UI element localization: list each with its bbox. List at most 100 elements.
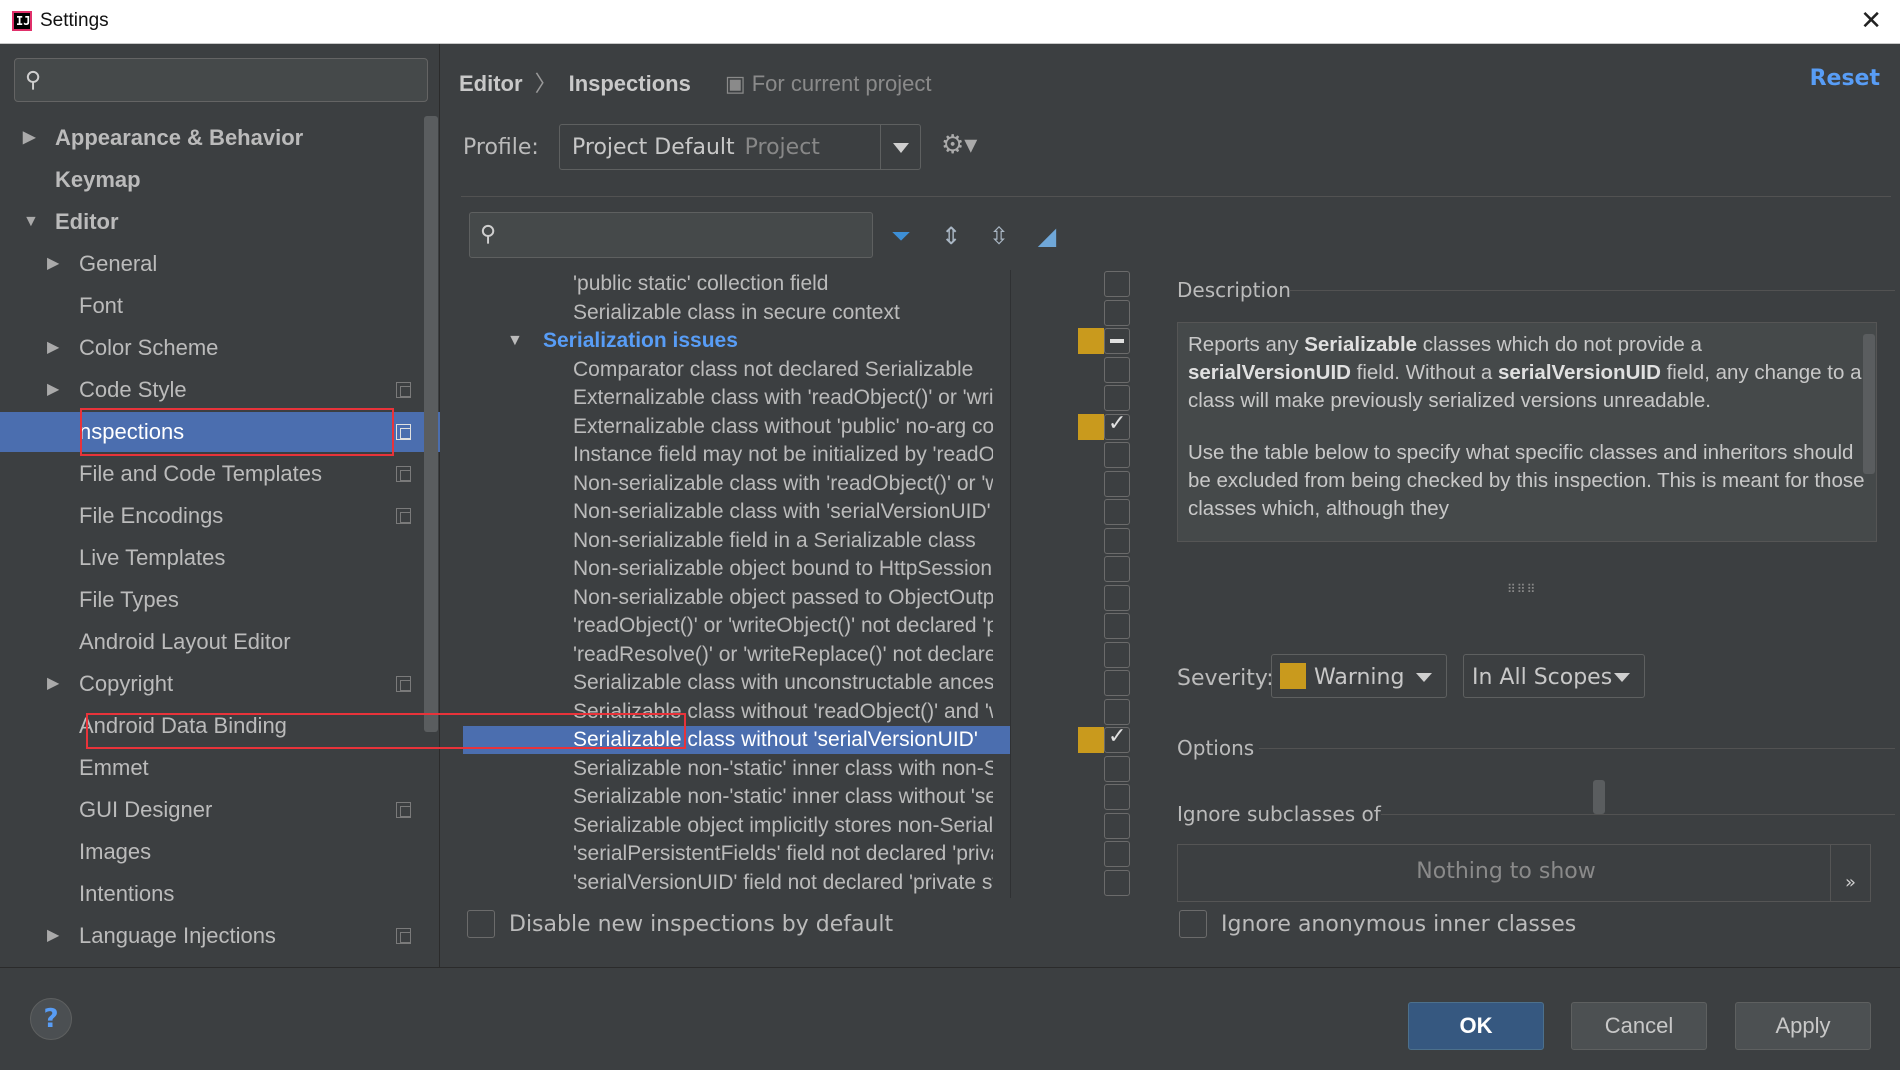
- collapse-all-icon[interactable]: ⇳: [983, 220, 1015, 252]
- inspection-checkbox[interactable]: [1104, 470, 1130, 497]
- inspection-checkbox[interactable]: [1104, 527, 1130, 554]
- expand-all-icon[interactable]: ⇕: [935, 220, 967, 252]
- chevron-right-icon[interactable]: ▶: [47, 370, 59, 410]
- sidebar-item-font[interactable]: Font: [0, 286, 440, 326]
- inspection-checkbox[interactable]: [1104, 499, 1130, 525]
- inspection-checkbox[interactable]: [1104, 613, 1130, 639]
- splitter-grip[interactable]: ⠿⠿⠿: [1507, 582, 1536, 596]
- inspection-checkbox[interactable]: [1104, 755, 1130, 782]
- inspection-row[interactable]: Comparator class not declared Serializab…: [463, 356, 1010, 384]
- inspection-checkbox[interactable]: [1104, 271, 1130, 297]
- inspection-checkbox[interactable]: [1104, 724, 1130, 753]
- inspection-label: Comparator class not declared Serializab…: [573, 357, 974, 381]
- inspection-row[interactable]: Non-serializable object passed to Object…: [463, 584, 1010, 612]
- inspection-label: Serializable non-'static' inner class wi…: [573, 756, 993, 780]
- inspection-checkbox[interactable]: [1104, 442, 1130, 468]
- inspection-list-scrollbar[interactable]: [1593, 780, 1605, 814]
- inspection-checkbox[interactable]: [1104, 641, 1130, 668]
- chevron-down-icon[interactable]: [880, 125, 920, 169]
- sidebar-item-images[interactable]: Images: [0, 832, 440, 872]
- chevron-right-icon[interactable]: ▶: [23, 118, 35, 158]
- inspection-row[interactable]: 'readObject()' or 'writeObject()' not de…: [463, 612, 1010, 640]
- close-icon[interactable]: ✕: [1860, 6, 1882, 36]
- help-icon[interactable]: ?: [30, 998, 72, 1040]
- chevron-right-icon[interactable]: ▶: [47, 916, 59, 956]
- chevron-right-icon[interactable]: ▶: [47, 244, 59, 284]
- sidebar-item-emmet[interactable]: Emmet: [0, 748, 440, 788]
- ignore-anonymous-checkbox[interactable]: [1179, 910, 1207, 938]
- filter-icon[interactable]: ⏷: [885, 220, 917, 252]
- sidebar-item-file-types[interactable]: File Types: [0, 580, 440, 620]
- ignore-subclasses-list[interactable]: Nothing to show »: [1177, 844, 1871, 902]
- sidebar-search-input[interactable]: ⚲: [14, 58, 428, 102]
- sidebar-item-keymap[interactable]: Keymap: [0, 160, 440, 200]
- inspection-row[interactable]: Serializable class in secure context: [463, 299, 1010, 327]
- inspection-row[interactable]: Non-serializable object bound to HttpSes…: [463, 555, 1010, 583]
- sidebar-item-file-and-code-templates[interactable]: File and Code Templates: [0, 454, 440, 494]
- inspection-search-input[interactable]: ⚲: [469, 212, 873, 258]
- inspection-row[interactable]: Instance field may not be initialized by…: [463, 441, 1010, 469]
- more-icon[interactable]: »: [1830, 845, 1870, 901]
- inspection-row[interactable]: 'readResolve()' or 'writeReplace()' not …: [463, 641, 1010, 669]
- disable-new-checkbox[interactable]: [467, 910, 495, 938]
- chevron-right-icon[interactable]: ▶: [47, 664, 59, 704]
- inspection-checkbox[interactable]: [1104, 356, 1130, 383]
- breadcrumb-editor[interactable]: Editor: [459, 71, 523, 96]
- inspection-checkbox[interactable]: [1104, 299, 1130, 326]
- sidebar-item-label: Copyright: [79, 671, 174, 696]
- inspection-checkbox[interactable]: [1104, 698, 1130, 725]
- scope-select[interactable]: In All Scopes: [1463, 654, 1645, 698]
- inspection-checkbox[interactable]: [1104, 584, 1130, 611]
- inspection-row[interactable]: Serializable object implicitly stores no…: [463, 812, 1010, 840]
- sidebar-item-color-scheme[interactable]: ▶ Color Scheme: [0, 328, 440, 368]
- inspection-row[interactable]: Serializable class with unconstructable …: [463, 669, 1010, 697]
- sidebar-item-intentions[interactable]: Intentions: [0, 874, 440, 914]
- sidebar-item-file-encodings[interactable]: File Encodings: [0, 496, 440, 536]
- inspection-checkbox[interactable]: [1104, 812, 1130, 839]
- inspection-group[interactable]: ▼ Serialization issues: [463, 327, 1010, 355]
- inspection-checkbox[interactable]: [1104, 328, 1130, 354]
- sidebar-item-editor[interactable]: ▼ Editor: [0, 202, 440, 242]
- gear-icon[interactable]: ⚙▾: [941, 130, 977, 160]
- apply-button[interactable]: Apply: [1735, 1002, 1871, 1050]
- inspection-row[interactable]: 'public static' collection field: [463, 270, 1010, 298]
- severity-select[interactable]: Warning: [1271, 654, 1447, 698]
- sidebar-item-general[interactable]: ▶ General: [0, 244, 440, 284]
- description-scrollbar[interactable]: [1863, 334, 1875, 474]
- inspection-row[interactable]: 'serialPersistentFields' field not decla…: [463, 840, 1010, 868]
- inspection-checkbox[interactable]: [1104, 869, 1130, 896]
- inspection-row[interactable]: Externalizable class with 'readObject()'…: [463, 384, 1010, 412]
- inspection-checkbox[interactable]: [1104, 556, 1130, 582]
- ok-button[interactable]: OK: [1408, 1002, 1544, 1050]
- breadcrumb: Editor 〉 Inspections ▣ For current project: [459, 66, 931, 98]
- inspection-row[interactable]: Non-serializable field in a Serializable…: [463, 527, 1010, 555]
- sidebar-item-language-injections[interactable]: ▶ Language Injections: [0, 916, 440, 956]
- inspection-checkbox[interactable]: [1104, 385, 1130, 411]
- profile-label: Profile:: [463, 135, 539, 160]
- sidebar-item-android-layout-editor[interactable]: Android Layout Editor: [0, 622, 440, 662]
- severity-swatch: [1078, 328, 1104, 354]
- sidebar-scrollbar[interactable]: [424, 116, 438, 732]
- inspection-row[interactable]: Non-serializable class with 'serialVersi…: [463, 498, 1010, 526]
- inspection-row[interactable]: Serializable non-'static' inner class wi…: [463, 783, 1010, 811]
- inspection-checkbox[interactable]: [1104, 670, 1130, 696]
- inspection-checkbox[interactable]: [1104, 784, 1130, 810]
- sidebar-item-code-style[interactable]: ▶ Code Style: [0, 370, 440, 410]
- chevron-down-icon[interactable]: ▼: [507, 327, 523, 355]
- chevron-right-icon[interactable]: ▶: [47, 328, 59, 368]
- sidebar-item-appearance-behavior[interactable]: ▶ Appearance & Behavior: [0, 118, 440, 158]
- sidebar-item-gui-designer[interactable]: GUI Designer: [0, 790, 440, 830]
- chevron-down-icon[interactable]: ▼: [23, 202, 39, 242]
- inspection-checkbox[interactable]: [1104, 411, 1130, 440]
- reset-link[interactable]: Reset: [1810, 66, 1880, 91]
- eraser-icon[interactable]: ◢: [1031, 220, 1063, 252]
- cancel-button[interactable]: Cancel: [1571, 1002, 1707, 1050]
- inspection-checkbox[interactable]: [1104, 841, 1130, 867]
- inspection-row[interactable]: 'serialVersionUID' field not declared 'p…: [463, 869, 1010, 897]
- sidebar-item-copyright[interactable]: ▶ Copyright: [0, 664, 440, 704]
- sidebar-item-live-templates[interactable]: Live Templates: [0, 538, 440, 578]
- inspection-row[interactable]: Serializable non-'static' inner class wi…: [463, 755, 1010, 783]
- inspection-row[interactable]: Non-serializable class with 'readObject(…: [463, 470, 1010, 498]
- inspection-row[interactable]: Externalizable class without 'public' no…: [463, 413, 1010, 441]
- profile-select[interactable]: Project Default Project: [559, 124, 921, 170]
